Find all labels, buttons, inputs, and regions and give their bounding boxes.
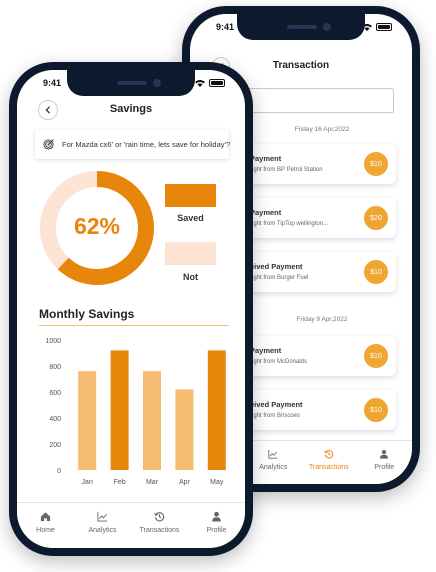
bar-feb (110, 350, 129, 470)
amount-badge: $10 (364, 152, 388, 176)
transaction-title: Payment (250, 346, 282, 355)
transaction-card[interactable]: Payment ught from McDonalds $10 (236, 336, 396, 376)
transaction-subtitle: ught from BP Petrol Station (250, 167, 323, 173)
nav-item-transactions[interactable]: Transactions (301, 441, 357, 484)
search-input[interactable]: h (238, 88, 394, 113)
transactions-icon (323, 450, 334, 459)
transaction-subtitle: ught from Burger Fuel (250, 275, 309, 281)
home-icon (40, 512, 51, 522)
transaction-title: eived Payment (250, 262, 303, 271)
bar-jan (78, 371, 97, 470)
notch (67, 70, 195, 96)
transaction-title: Payment (250, 154, 282, 163)
bottom-nav: Home Analytics Transactions Profile (17, 502, 245, 548)
transaction-card[interactable]: eived Payment ught from Burger Fuel $10 (236, 252, 396, 292)
nav-label: Home (36, 527, 55, 534)
date-header: Friday 9 Apr,2022 (296, 316, 348, 323)
analytics-icon (268, 449, 278, 459)
y-tick-label: 400 (49, 416, 61, 423)
x-tick-label: Mar (146, 479, 159, 486)
y-tick-label: 0 (57, 468, 61, 475)
x-tick-label: May (210, 479, 224, 486)
profile-icon (212, 511, 221, 522)
analytics-icon (97, 511, 108, 522)
amount-badge: $10 (364, 398, 388, 422)
notch (237, 14, 365, 40)
nav-label: Profile (374, 464, 395, 471)
savings-goal-text: For Mazda cx6' or 'rain time, lets save … (62, 140, 231, 149)
savings-screen: 9:41 Savings For Mazda cx6' or 'rain tim… (17, 70, 245, 548)
legend-saved-swatch (165, 184, 216, 207)
legend-not-label: Not (183, 272, 198, 282)
amount-badge: $10 (364, 260, 388, 284)
target-icon (43, 139, 54, 150)
transaction-subtitle: ught from Briscoes (250, 413, 301, 419)
date-header: Friday 16 Apr,2022 (294, 126, 350, 133)
bar-apr (175, 389, 194, 470)
nav-label: Transactions (139, 527, 180, 534)
y-tick-label: 800 (49, 364, 61, 371)
legend-not-swatch (165, 242, 216, 265)
legend-saved-label: Saved (177, 213, 204, 223)
nav-label: Analytics (88, 527, 117, 534)
transaction-card[interactable]: eived Payment ught from Briscoes $10 (236, 390, 396, 430)
amount-badge: $20 (364, 206, 388, 230)
page-title: Savings (109, 103, 153, 115)
phone-savings: 9:41 Savings For Mazda cx6' or 'rain tim… (9, 62, 253, 556)
x-tick-label: Apr (179, 479, 191, 486)
status-time: 9:41 (216, 22, 235, 32)
battery-icon (376, 23, 392, 31)
nav-label: Analytics (259, 464, 288, 471)
bar-may (207, 350, 226, 470)
transaction-subtitle: ught from TipTop wellington... (250, 221, 329, 227)
y-tick-label: 600 (49, 390, 61, 397)
transaction-card[interactable]: Payment ught from BP Petrol Station $10 (236, 144, 396, 184)
transaction-title: eived Payment (250, 400, 303, 409)
status-time: 9:41 (43, 78, 62, 88)
battery-icon (209, 79, 225, 87)
transaction-title: Payment (250, 208, 282, 217)
nav-item-analytics[interactable]: Analytics (246, 441, 302, 484)
divider (39, 325, 229, 326)
transactions-icon (154, 512, 165, 522)
monthly-savings-chart: 0 200 400 600 800 1000 Jan Feb Mar Apr May (45, 338, 226, 486)
wifi-icon (195, 80, 205, 87)
transaction-subtitle: ught from McDonalds (250, 359, 308, 365)
y-tick-label: 1000 (45, 338, 61, 345)
transaction-card[interactable]: Payment ught from TipTop wellington... $… (236, 198, 396, 238)
monthly-savings-title: Monthly Savings (39, 307, 135, 321)
y-tick-label: 200 (49, 442, 61, 449)
nav-label: Profile (206, 527, 227, 534)
nav-label: Transactions (308, 464, 349, 471)
nav-item-home[interactable]: Home (17, 503, 74, 548)
nav-item-analytics[interactable]: Analytics (74, 503, 131, 548)
nav-item-profile[interactable]: Profile (357, 441, 413, 484)
nav-item-transactions[interactable]: Transactions (131, 503, 188, 548)
savings-percent: 62% (73, 213, 121, 239)
amount-badge: $10 (364, 344, 388, 368)
savings-goal-card[interactable]: For Mazda cx6' or 'rain time, lets save … (35, 130, 231, 159)
profile-icon (380, 449, 389, 459)
bar-mar (143, 371, 161, 470)
x-tick-label: Feb (114, 479, 126, 486)
x-tick-label: Jan (82, 479, 93, 486)
nav-item-profile[interactable]: Profile (188, 503, 245, 548)
